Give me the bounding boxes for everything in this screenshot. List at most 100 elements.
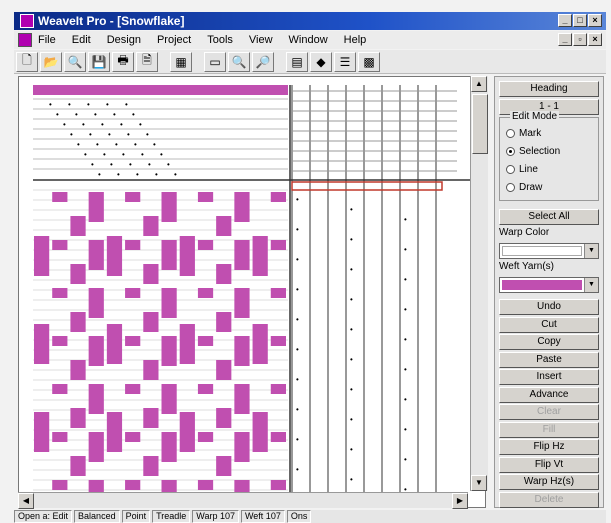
clear-button[interactable]: Clear bbox=[499, 404, 599, 420]
draft-canvas[interactable]: • • • • • • • • • • • • • • • • • • • • • • • • • • • • • • • • • • • • • • • •… bbox=[18, 76, 486, 508]
copy-button[interactable]: Copy bbox=[499, 334, 599, 350]
treadling-mark: • bbox=[404, 425, 407, 434]
threading-mark: • bbox=[87, 100, 90, 109]
doc-close-icon[interactable]: × bbox=[588, 33, 602, 46]
threading-mark: • bbox=[139, 120, 142, 129]
threading-mark: • bbox=[117, 170, 120, 179]
maximize-icon[interactable]: □ bbox=[573, 14, 587, 27]
menu-view[interactable]: View bbox=[249, 34, 273, 46]
vertical-scrollbar[interactable]: ▲ ▼ bbox=[470, 76, 488, 491]
edit-mode-label: Edit Mode bbox=[510, 111, 560, 122]
threading-mark: • bbox=[110, 160, 113, 169]
threading-mark: • bbox=[115, 140, 118, 149]
document-icon[interactable] bbox=[18, 33, 32, 47]
undo-button[interactable]: Undo bbox=[499, 299, 599, 315]
open-icon[interactable]: 📂 bbox=[40, 51, 62, 72]
menu-edit[interactable]: Edit bbox=[72, 34, 91, 46]
menu-design[interactable]: Design bbox=[107, 34, 141, 46]
threading-mark: • bbox=[70, 130, 73, 139]
weave-draft[interactable]: • • • • • • • • • • • • • • • • • • • • • • • • • • • • • • • • • • • • • • • •… bbox=[19, 77, 487, 509]
mode-mark[interactable]: Mark bbox=[506, 128, 541, 139]
new-icon[interactable]: 🗋 bbox=[16, 51, 38, 72]
menu-tools[interactable]: Tools bbox=[207, 34, 233, 46]
drawdown-cell bbox=[125, 432, 141, 442]
mode-line[interactable]: Line bbox=[506, 164, 538, 175]
drawdown-cell bbox=[70, 216, 86, 236]
app-icon[interactable] bbox=[20, 14, 34, 28]
scroll-up-icon[interactable]: ▲ bbox=[471, 76, 487, 92]
scroll-right-icon[interactable]: ▶ bbox=[452, 493, 468, 509]
print-icon[interactable]: 🖶 bbox=[112, 51, 134, 72]
menu-bar: File Edit Design Project Tools View Wind… bbox=[14, 31, 606, 49]
chevron-down-icon[interactable]: ▼ bbox=[584, 244, 598, 258]
radio-icon[interactable] bbox=[506, 183, 515, 192]
fill-button[interactable]: Fill bbox=[499, 421, 599, 438]
chevron-down-icon[interactable]: ▼ bbox=[584, 278, 598, 292]
color-icon[interactable]: ◆ bbox=[310, 51, 332, 72]
close-icon[interactable]: × bbox=[588, 14, 602, 27]
menu-window[interactable]: Window bbox=[289, 34, 328, 46]
drawdown-cell bbox=[88, 192, 104, 222]
window-icon[interactable]: ▭ bbox=[204, 51, 226, 72]
menu-project[interactable]: Project bbox=[157, 34, 191, 46]
search-icon[interactable]: 🔍 bbox=[64, 51, 86, 72]
paste-button[interactable]: Paste bbox=[499, 351, 599, 368]
flip-hz-button[interactable]: Flip Hz bbox=[499, 439, 599, 455]
drawdown-cell bbox=[125, 240, 141, 250]
save-icon[interactable]: 💾 bbox=[88, 51, 110, 72]
treadling-mark: • bbox=[350, 295, 353, 304]
threading-mark: • bbox=[148, 160, 151, 169]
scroll-left-icon[interactable]: ◀ bbox=[18, 493, 34, 509]
advance-button[interactable]: Advance bbox=[499, 386, 599, 403]
minimize-icon[interactable]: _ bbox=[558, 14, 572, 27]
threading-mark: • bbox=[127, 130, 130, 139]
heading-button[interactable]: Heading bbox=[499, 81, 599, 97]
treadling-mark: • bbox=[296, 225, 299, 234]
cut-button[interactable]: Cut bbox=[499, 316, 599, 333]
mode-selection[interactable]: Selection bbox=[506, 146, 560, 157]
threading-mark: • bbox=[89, 130, 92, 139]
threading-mark: • bbox=[141, 150, 144, 159]
flip-vt-button[interactable]: Flip Vt bbox=[499, 456, 599, 473]
delete-button[interactable]: Delete bbox=[499, 491, 599, 508]
threading-mark: • bbox=[129, 160, 132, 169]
weft-yarn-select[interactable]: ▼ bbox=[499, 277, 599, 293]
drawdown-cell bbox=[270, 192, 286, 202]
horizontal-scrollbar[interactable]: ◀ ▶ bbox=[18, 492, 468, 509]
drawdown-cell bbox=[270, 480, 286, 490]
drawdown-cell bbox=[88, 384, 104, 414]
preview-icon[interactable]: 🗎 bbox=[136, 51, 158, 72]
menu-help[interactable]: Help bbox=[344, 34, 367, 46]
drawdown-cell bbox=[52, 432, 68, 442]
drawdown-cell bbox=[125, 288, 141, 298]
threading-mark: • bbox=[82, 120, 85, 129]
treadling-mark: • bbox=[296, 255, 299, 264]
radio-selected-icon[interactable] bbox=[506, 147, 515, 156]
select-all-button[interactable]: Select All bbox=[499, 209, 599, 225]
menu-file[interactable]: File bbox=[38, 34, 56, 46]
zoom-in-icon[interactable]: 🔍 bbox=[228, 51, 250, 72]
grid-view-icon[interactable]: ▦ bbox=[170, 51, 192, 72]
doc-minimize-icon[interactable]: _ bbox=[558, 33, 572, 46]
drawdown-cell bbox=[197, 192, 214, 202]
drawdown-cell bbox=[252, 236, 268, 276]
drawdown-cell bbox=[106, 324, 123, 364]
radio-icon[interactable] bbox=[506, 165, 515, 174]
insert-button[interactable]: Insert bbox=[499, 369, 599, 385]
drawdown-cell bbox=[216, 216, 232, 236]
tiles-icon[interactable]: ▩ bbox=[358, 51, 380, 72]
scroll-thumb[interactable] bbox=[472, 94, 488, 154]
drawdown-cell bbox=[216, 408, 232, 428]
warp-hz-s-button[interactable]: Warp Hz(s) bbox=[499, 474, 599, 490]
radio-icon[interactable] bbox=[506, 129, 515, 138]
scroll-down-icon[interactable]: ▼ bbox=[471, 475, 487, 491]
drawdown-cell bbox=[197, 240, 214, 250]
lines-icon[interactable]: ☰ bbox=[334, 51, 356, 72]
status-pane: Balanced bbox=[74, 510, 120, 523]
fabric-icon[interactable]: ▤ bbox=[286, 51, 308, 72]
mode-draw[interactable]: Draw bbox=[506, 182, 542, 193]
zoom-out-icon[interactable]: 🔎 bbox=[252, 51, 274, 72]
warp-color-select[interactable]: ▼ bbox=[499, 243, 599, 259]
doc-restore-icon[interactable]: ▫ bbox=[573, 33, 587, 46]
selection-marker bbox=[291, 181, 443, 191]
